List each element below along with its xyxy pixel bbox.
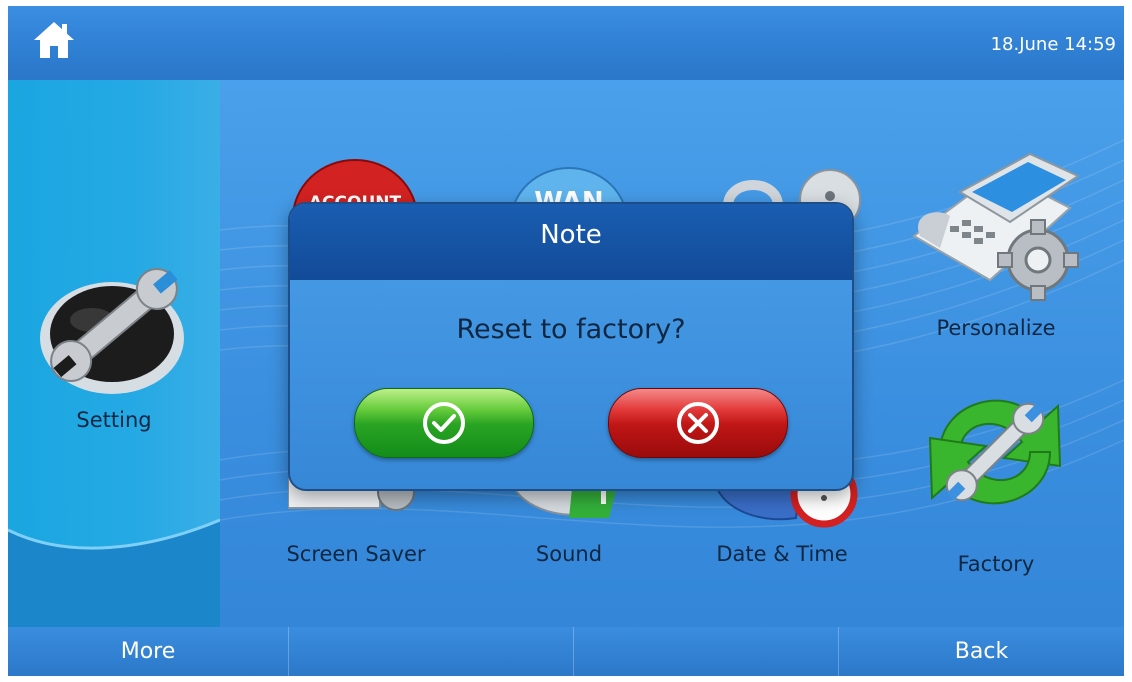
more-softkey[interactable]: More <box>8 627 288 676</box>
tile-sound-label: Sound <box>535 542 603 566</box>
softkey-bar: More Back <box>8 627 1124 676</box>
tile-personalize-label: Personalize <box>936 316 1056 340</box>
cancel-button[interactable] <box>608 388 788 458</box>
tile-personalize[interactable]: Personalize <box>896 152 1096 392</box>
reset-confirm-dialog: Note Reset to factory? <box>288 202 854 491</box>
tile-date-time-label: Date & Time <box>716 542 848 566</box>
dialog-title: Note <box>540 220 602 250</box>
tile-factory-label: Factory <box>957 552 1035 576</box>
tile-screen-saver-label: Screen Saver <box>286 542 426 566</box>
softkey-2[interactable] <box>289 627 573 676</box>
x-circle-icon <box>677 402 719 444</box>
home-button[interactable] <box>30 16 78 64</box>
softkey-3[interactable] <box>574 627 838 676</box>
clock-datetime: 18.June 14:59 <box>990 34 1116 55</box>
sidebar-wave <box>8 518 220 627</box>
confirm-button[interactable] <box>354 388 534 458</box>
back-softkey[interactable]: Back <box>839 627 1124 676</box>
phone-screen: 18.June 14:59 Setting Personalize Screen… <box>8 6 1124 676</box>
tile-screen-saver[interactable]: Screen Saver <box>276 478 436 588</box>
wrench-icon <box>40 268 184 394</box>
desk-phone-gear-icon <box>912 152 1081 301</box>
tile-date-time[interactable]: Date & Time <box>702 478 862 588</box>
settings-sidebar[interactable]: Setting <box>8 80 220 627</box>
dialog-header: Note <box>290 204 852 280</box>
tile-sound[interactable]: Sound <box>504 478 634 588</box>
sidebar-setting-label: Setting <box>76 408 152 432</box>
home-icon <box>34 22 74 58</box>
top-status-bar: 18.June 14:59 <box>8 6 1124 80</box>
dialog-message: Reset to factory? <box>456 314 686 345</box>
refresh-wrench-icon <box>928 399 1062 505</box>
check-circle-icon <box>423 402 465 444</box>
tile-factory[interactable]: Factory <box>906 382 1086 592</box>
